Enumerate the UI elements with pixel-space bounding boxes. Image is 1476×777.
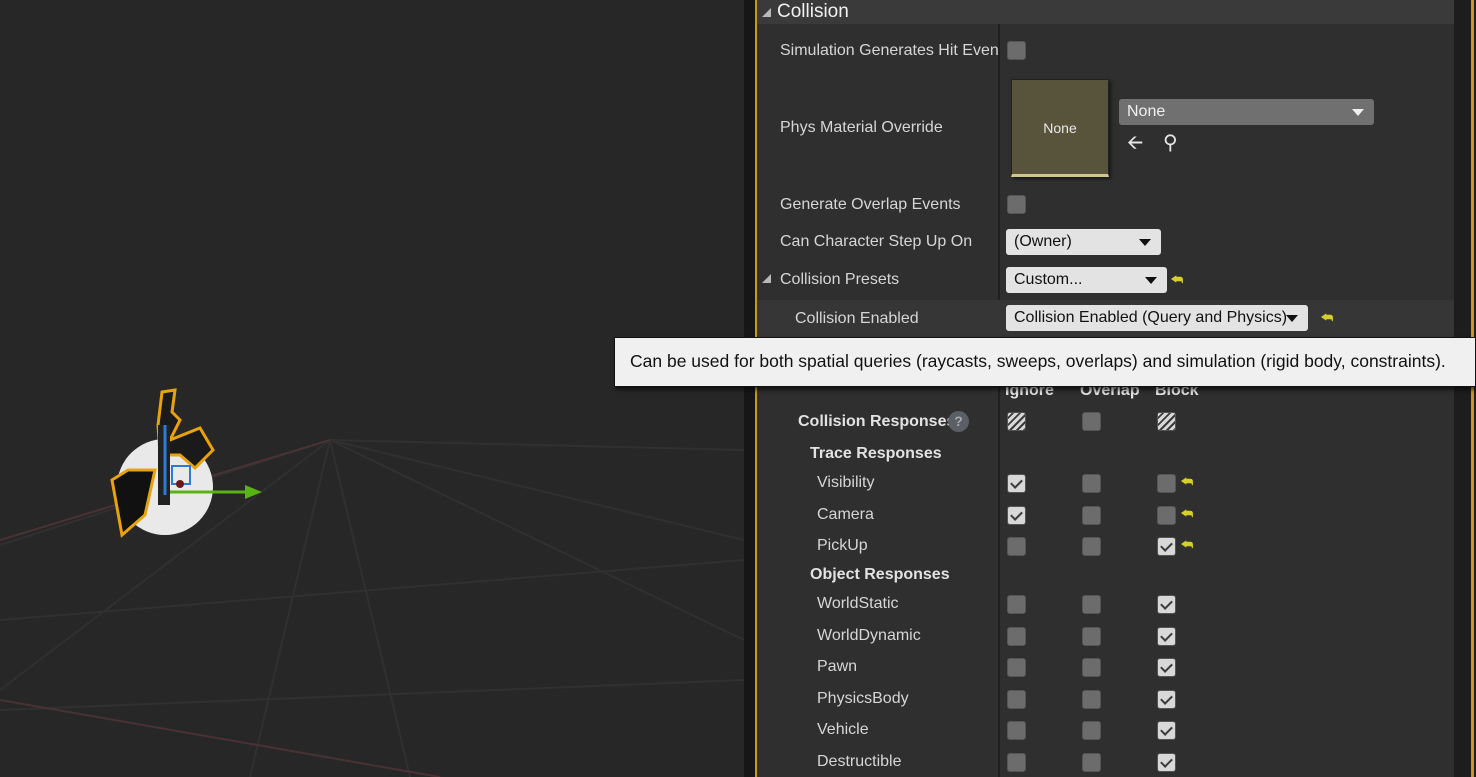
chevron-down-icon xyxy=(1286,315,1298,322)
step-up-label: Can Character Step Up On xyxy=(780,233,973,250)
phys-material-label: Phys Material Override xyxy=(780,119,943,136)
overlap-checkbox[interactable] xyxy=(1082,595,1101,614)
chevron-down-icon xyxy=(1145,277,1157,284)
presets-dropdown[interactable]: Custom... xyxy=(1006,267,1167,293)
ignore-checkbox[interactable] xyxy=(1007,595,1026,614)
all-overlap-checkbox[interactable] xyxy=(1082,412,1101,431)
ignore-checkbox[interactable] xyxy=(1007,658,1026,677)
overlap-checkbox[interactable] xyxy=(1082,752,1101,772)
ignore-checkbox[interactable] xyxy=(1007,474,1026,493)
block-checkbox[interactable] xyxy=(1157,658,1176,677)
block-checkbox[interactable] xyxy=(1157,474,1176,493)
ignore-checkbox[interactable] xyxy=(1007,626,1026,646)
object-responses-label: Object Responses xyxy=(810,566,950,583)
response-row-label: Destructible xyxy=(817,752,902,770)
reset-to-default-icon[interactable]: ⮪ xyxy=(1181,506,1193,521)
collision-enabled-dropdown[interactable]: Collision Enabled (Query and Physics) xyxy=(1006,305,1308,331)
response-row-label: Visibility xyxy=(817,474,875,491)
response-row-label: WorldDynamic xyxy=(817,626,921,644)
arrow-left-icon[interactable]: 🡨 xyxy=(1127,133,1143,153)
overlap-checkbox[interactable] xyxy=(1082,721,1101,740)
response-row-label: WorldStatic xyxy=(817,595,899,612)
block-checkbox[interactable] xyxy=(1157,505,1176,525)
all-block-checkbox[interactable] xyxy=(1157,412,1176,431)
level-viewport[interactable] xyxy=(0,0,744,777)
overlap-checkbox[interactable] xyxy=(1082,505,1101,525)
block-checkbox[interactable] xyxy=(1157,595,1176,614)
block-checkbox[interactable] xyxy=(1157,689,1176,709)
block-checkbox[interactable] xyxy=(1157,626,1176,646)
sim-hit-events-checkbox[interactable] xyxy=(1007,41,1026,60)
overlap-checkbox[interactable] xyxy=(1082,537,1101,556)
response-row-label: PhysicsBody xyxy=(817,689,909,707)
collision-enabled-tooltip: Can be used for both spatial queries (ra… xyxy=(614,337,1476,387)
collapse-arrow-icon[interactable] xyxy=(762,8,771,17)
ignore-checkbox[interactable] xyxy=(1007,721,1026,740)
expand-arrow-icon[interactable] xyxy=(762,274,771,283)
overlap-checkbox[interactable] xyxy=(1082,689,1101,709)
viewport-scene xyxy=(0,388,744,777)
reset-to-default-icon[interactable]: ⮪ xyxy=(1181,475,1193,489)
section-title: Collision xyxy=(777,1,849,22)
pawn-actor[interactable] xyxy=(110,388,262,538)
overlap-events-checkbox[interactable] xyxy=(1007,195,1026,214)
response-row-label: Pawn xyxy=(817,658,858,675)
step-up-dropdown[interactable]: (Owner) xyxy=(1006,229,1161,255)
reset-to-default-icon[interactable]: ⮪ xyxy=(1181,538,1193,552)
phys-material-value: None xyxy=(1127,103,1166,120)
collision-responses-label: Collision Responses xyxy=(798,413,956,430)
chevron-down-icon xyxy=(1352,109,1364,116)
trace-responses-label: Trace Responses xyxy=(810,445,942,462)
help-icon[interactable]: ? xyxy=(948,411,969,432)
step-up-value: (Owner) xyxy=(1014,233,1072,250)
overlap-checkbox[interactable] xyxy=(1082,474,1101,493)
chevron-down-icon xyxy=(1139,239,1151,246)
overlap-checkbox[interactable] xyxy=(1082,658,1101,677)
overlap-checkbox[interactable] xyxy=(1082,626,1101,646)
ignore-checkbox[interactable] xyxy=(1007,537,1026,556)
column-divider[interactable] xyxy=(998,0,1000,777)
ignore-checkbox[interactable] xyxy=(1007,689,1026,709)
sim-hit-events-label: Simulation Generates Hit Event xyxy=(780,42,998,59)
collision-enabled-label: Collision Enabled xyxy=(795,310,919,327)
collision-enabled-value: Collision Enabled (Query and Physics) xyxy=(1014,309,1288,326)
reset-to-default-icon[interactable]: ⮪ xyxy=(1321,311,1333,325)
tooltip-text: Can be used for both spatial queries (ra… xyxy=(630,351,1446,371)
phys-material-thumbnail[interactable]: None xyxy=(1011,79,1109,177)
block-checkbox[interactable] xyxy=(1157,537,1176,556)
ignore-checkbox[interactable] xyxy=(1007,505,1026,525)
overlap-events-label: Generate Overlap Events xyxy=(780,196,961,213)
ignore-checkbox[interactable] xyxy=(1007,752,1026,772)
block-checkbox[interactable] xyxy=(1157,721,1176,740)
block-checkbox[interactable] xyxy=(1157,752,1176,772)
presets-label: Collision Presets xyxy=(780,271,900,288)
all-ignore-checkbox[interactable] xyxy=(1007,412,1026,431)
phys-material-dropdown[interactable]: None xyxy=(1119,99,1374,125)
details-scrollbar-thumb[interactable] xyxy=(1471,0,1474,777)
response-row-label: PickUp xyxy=(817,537,868,554)
response-row-label: Vehicle xyxy=(817,721,869,738)
presets-value: Custom... xyxy=(1014,271,1083,288)
reset-to-default-icon[interactable]: ⮪ xyxy=(1171,273,1183,287)
search-icon[interactable]: ⚲ xyxy=(1163,133,1178,153)
collision-section-header[interactable] xyxy=(757,0,1454,24)
phys-material-thumb-text: None xyxy=(1043,120,1077,136)
response-row-label: Camera xyxy=(817,505,874,523)
